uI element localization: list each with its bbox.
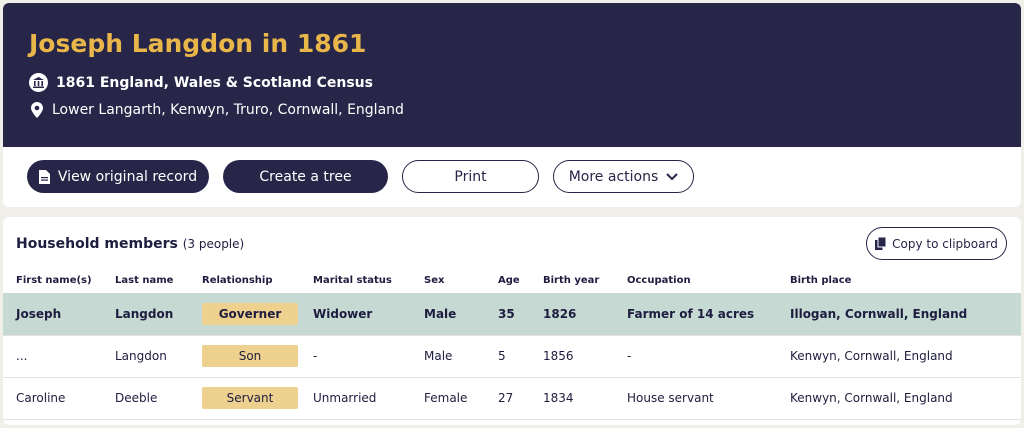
age-cell: 27 [498, 377, 543, 420]
household-title: Household members (3 people) [16, 236, 244, 252]
birth-year-cell: 1834 [543, 377, 627, 420]
occupation-cell: - [627, 335, 790, 378]
birth-year-cell: 1826 [543, 293, 627, 336]
create-tree-button[interactable]: Create a tree [223, 160, 388, 193]
view-original-label: View original record [57, 168, 198, 185]
first-name-cell: Joseph [3, 293, 115, 336]
more-actions-label: More actions [568, 168, 659, 185]
record-hero: Joseph Langdon in 1861 1861 England, Wal… [3, 3, 1021, 147]
first-name-cell: ... [3, 335, 115, 378]
relationship-badge: Governer [202, 302, 298, 325]
column-header: Birth place [790, 274, 852, 286]
household-heading: Household members [16, 236, 178, 252]
copy-icon [875, 237, 887, 250]
birth-year-cell: 1856 [543, 335, 627, 378]
marital-status-cell: Unmarried [313, 377, 424, 420]
relationship-badge: Son [202, 345, 298, 367]
copy-to-clipboard-button[interactable]: Copy to clipboard [866, 227, 1007, 260]
column-header: First name(s) [16, 274, 92, 286]
household-card: Household members (3 people) Copy to cli… [3, 217, 1021, 425]
column-header: Marital status [313, 274, 392, 286]
last-name-cell: Langdon [115, 293, 202, 336]
location-pin-icon [29, 102, 44, 118]
page-title: Joseph Langdon in 1861 [29, 29, 367, 58]
action-bar: View original record Create a tree Print… [27, 160, 694, 193]
first-name-cell: Caroline [3, 377, 115, 420]
sex-cell: Male [424, 293, 498, 336]
sex-cell: Female [424, 377, 498, 420]
table-row-selected[interactable]: Joseph Langdon Governer Widower Male 35 … [3, 293, 1021, 336]
table-row[interactable]: Caroline Deeble Servant Unmarried Female… [3, 377, 1021, 420]
view-original-record-button[interactable]: View original record [27, 160, 209, 193]
relationship-cell: Servant [202, 377, 313, 420]
column-header: Sex [424, 274, 445, 286]
age-cell: 5 [498, 335, 543, 378]
more-actions-button[interactable]: More actions [553, 160, 694, 193]
marital-status-cell: - [313, 335, 424, 378]
create-tree-label: Create a tree [259, 168, 352, 185]
sex-cell: Male [424, 335, 498, 378]
location-line: Lower Langarth, Kenwyn, Truro, Cornwall,… [29, 102, 404, 118]
copy-label: Copy to clipboard [892, 236, 998, 251]
table-row[interactable]: ... Langdon Son - Male 5 1856 - Kenwyn, … [3, 335, 1021, 378]
birth-place-cell: Illogan, Cornwall, England [790, 293, 1021, 336]
chevron-down-icon [666, 172, 678, 181]
column-header: Last name [115, 274, 174, 286]
document-icon [38, 169, 50, 184]
print-button[interactable]: Print [402, 160, 539, 193]
column-header: Age [498, 274, 520, 286]
census-building-icon [29, 73, 48, 92]
relationship-badge: Servant [202, 387, 298, 409]
household-count: (3 people) [182, 237, 245, 251]
occupation-cell: Farmer of 14 acres [627, 293, 790, 336]
collection-name: 1861 England, Wales & Scotland Census [56, 74, 373, 91]
column-header: Occupation [627, 274, 691, 286]
occupation-cell: House servant [627, 377, 790, 420]
marital-status-cell: Widower [313, 293, 424, 336]
print-label: Print [454, 168, 487, 185]
column-header: Birth year [543, 274, 600, 286]
column-header: Relationship [202, 274, 273, 286]
birth-place-cell: Kenwyn, Cornwall, England [790, 335, 1021, 378]
last-name-cell: Langdon [115, 335, 202, 378]
age-cell: 35 [498, 293, 543, 336]
table-header-row: First name(s) Last name Relationship Mar… [3, 267, 1021, 293]
location-text: Lower Langarth, Kenwyn, Truro, Cornwall,… [52, 102, 404, 118]
record-header-card: Joseph Langdon in 1861 1861 England, Wal… [3, 3, 1021, 207]
household-table: First name(s) Last name Relationship Mar… [3, 267, 1021, 420]
relationship-cell: Governer [202, 293, 313, 336]
collection-line: 1861 England, Wales & Scotland Census [29, 73, 373, 92]
last-name-cell: Deeble [115, 377, 202, 420]
relationship-cell: Son [202, 335, 313, 378]
birth-place-cell: Kenwyn, Cornwall, England [790, 377, 1021, 420]
